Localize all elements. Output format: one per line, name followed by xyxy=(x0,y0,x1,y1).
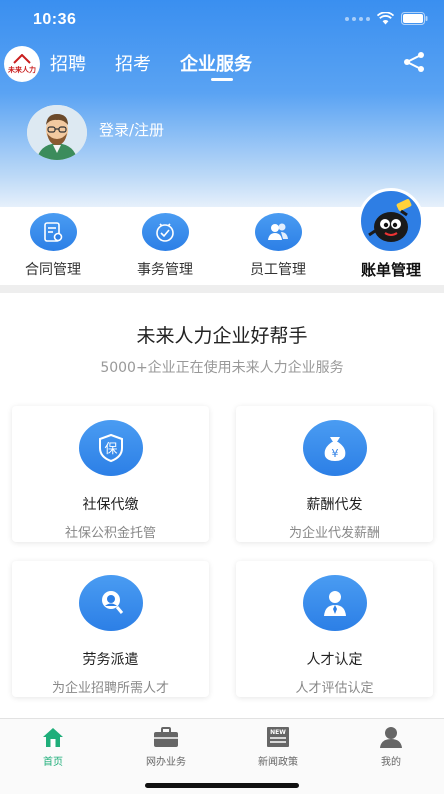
quick-bill[interactable]: 账单管理 xyxy=(351,213,431,280)
shield-char: 保 xyxy=(104,442,117,457)
person-search-icon xyxy=(78,575,143,631)
card-labor-dispatch[interactable]: 劳务派遣 为企业招聘所需人才 xyxy=(12,561,209,697)
tab-online-business[interactable]: 网办业务 xyxy=(126,725,206,768)
avatar-illustration xyxy=(27,105,87,160)
card-payroll[interactable]: ¥ 薪酬代发 为企业代发薪酬 xyxy=(236,406,433,542)
card-talent-certification[interactable]: 人才认定 人才评估认定 xyxy=(236,561,433,697)
top-nav: 未来人力 招聘 招考 企业服务 xyxy=(0,44,444,84)
status-icons xyxy=(345,12,428,25)
tab-mine[interactable]: 我的 xyxy=(351,725,431,768)
shield-icon: 保 xyxy=(78,420,143,476)
section-title: 未来人力企业好帮手 xyxy=(136,325,308,347)
section-subtitle: 5000+企业正在使用未来人力企业服务 xyxy=(100,360,344,376)
quick-employee-label: 员工管理 xyxy=(250,262,306,278)
active-tab-indicator xyxy=(211,78,233,81)
tab-recruit[interactable]: 招聘 xyxy=(50,50,86,76)
card-desc: 为企业代发薪酬 xyxy=(288,526,380,541)
app-logo: 未来人力 xyxy=(4,46,40,82)
card-social-insurance[interactable]: 保 社保代缴 社保公积金托管 xyxy=(12,406,209,542)
person-badge-icon xyxy=(302,575,367,631)
tab-enterprise-service[interactable]: 企业服务 xyxy=(180,50,252,76)
money-bag-icon: ¥ xyxy=(302,420,367,476)
quick-bill-label: 账单管理 xyxy=(360,261,421,279)
share-icon[interactable] xyxy=(402,50,426,74)
tab-news-policy[interactable]: NEW 新闻政策 xyxy=(238,725,318,768)
section-divider xyxy=(0,285,444,293)
wifi-icon xyxy=(377,12,394,25)
logo-text: 未来人力 xyxy=(8,64,36,74)
briefcase-icon xyxy=(126,725,206,749)
home-indicator xyxy=(145,783,299,788)
battery-icon xyxy=(401,12,428,25)
quick-contract-label: 合同管理 xyxy=(25,262,81,278)
quick-affairs-label: 事务管理 xyxy=(137,262,193,278)
tab-label: 我的 xyxy=(381,757,401,768)
status-time: 10:36 xyxy=(33,11,77,28)
card-desc: 社保公积金托管 xyxy=(64,526,156,541)
avatar[interactable] xyxy=(27,105,87,160)
user-icon xyxy=(351,725,431,749)
quick-contract[interactable]: 合同管理 xyxy=(13,213,93,279)
employee-icon xyxy=(254,213,302,251)
tab-home[interactable]: 首页 xyxy=(13,725,93,768)
affairs-icon xyxy=(141,213,189,251)
card-title: 薪酬代发 xyxy=(306,497,363,513)
tab-exam[interactable]: 招考 xyxy=(115,50,151,76)
card-title: 劳务派遣 xyxy=(82,652,139,668)
contract-icon xyxy=(29,213,77,251)
signal-icon xyxy=(345,16,370,21)
login-register-link[interactable]: 登录/注册 xyxy=(99,119,164,140)
quick-actions: 合同管理 事务管理 员工管理 账单管理 xyxy=(0,188,444,285)
quick-bill-spacer xyxy=(351,213,431,251)
card-desc: 人才评估认定 xyxy=(295,681,374,696)
card-title: 社保代缴 xyxy=(82,497,139,513)
status-bar: 10:36 xyxy=(0,0,444,40)
logo-mark-icon xyxy=(13,53,31,64)
tab-label: 网办业务 xyxy=(146,757,186,768)
tab-label: 首页 xyxy=(43,757,63,768)
newspaper-icon: NEW xyxy=(238,725,318,749)
quick-affairs[interactable]: 事务管理 xyxy=(125,213,205,279)
quick-employee[interactable]: 员工管理 xyxy=(238,213,318,279)
user-avatar[interactable] xyxy=(27,105,87,160)
card-desc: 为企业招聘所需人才 xyxy=(51,681,169,696)
news-badge: NEW xyxy=(270,729,286,736)
yen-char: ¥ xyxy=(331,447,338,460)
card-title: 人才认定 xyxy=(306,652,363,668)
home-icon xyxy=(13,725,93,749)
tab-label: 新闻政策 xyxy=(258,757,298,768)
enterprise-services: 未来人力企业好帮手 5000+企业正在使用未来人力企业服务 保 社保代缴 社保公… xyxy=(0,293,444,718)
